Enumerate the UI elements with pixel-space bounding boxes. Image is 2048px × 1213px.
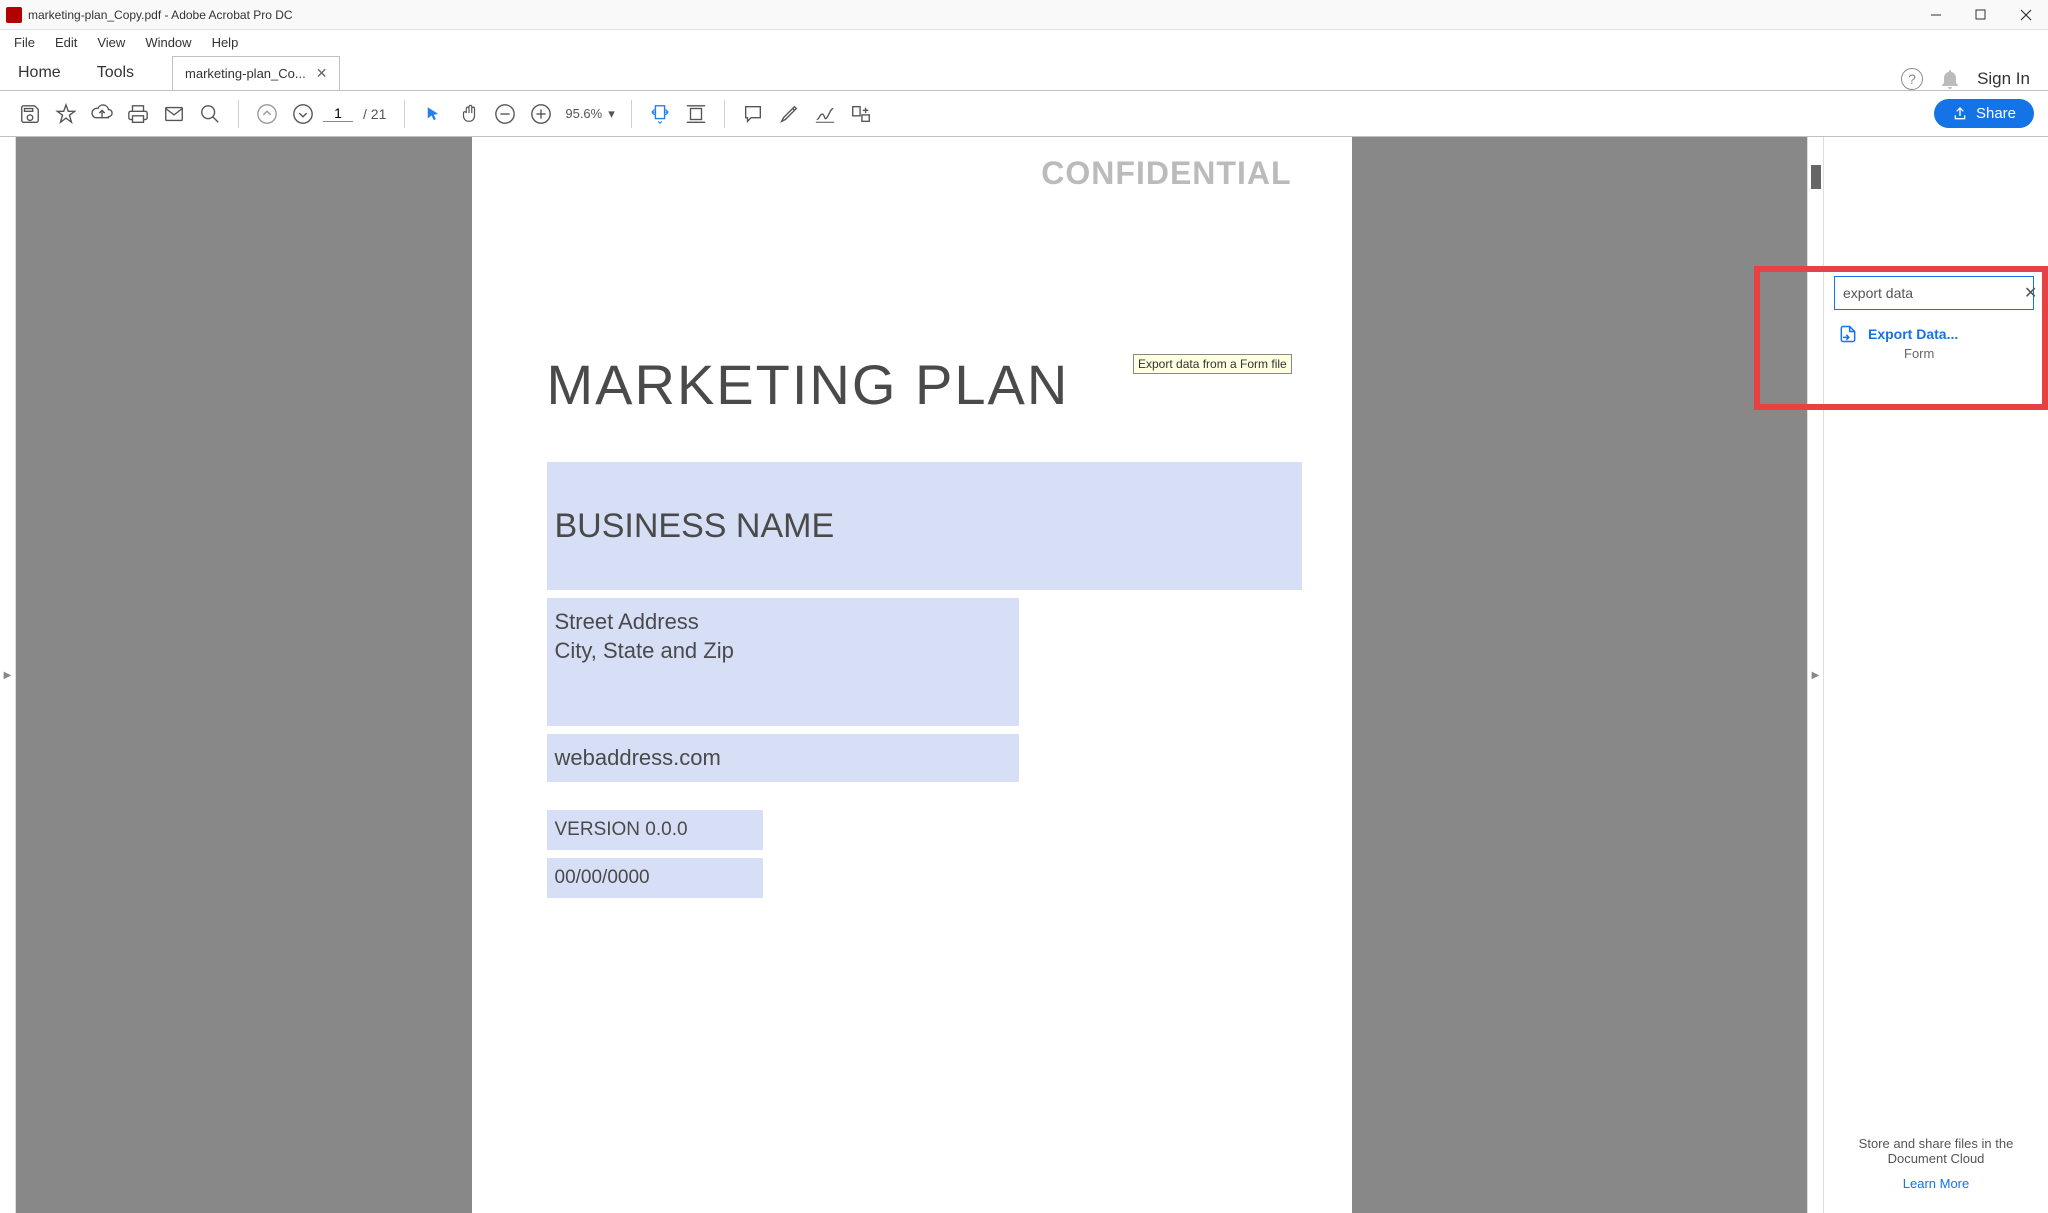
pdf-page: CONFIDENTIAL MARKETING PLAN BUSINESS NAM… xyxy=(472,137,1352,1213)
field-version[interactable]: VERSION 0.0.0 xyxy=(547,810,763,850)
menubar: File Edit View Window Help xyxy=(0,30,2048,55)
fit-width-icon[interactable] xyxy=(644,98,676,130)
share-button[interactable]: Share xyxy=(1934,99,2034,128)
learn-more-link[interactable]: Learn More xyxy=(1836,1176,2036,1191)
tooltip: Export data from a Form file xyxy=(1133,354,1292,374)
hand-tool-icon[interactable] xyxy=(453,98,485,130)
selection-tool-icon[interactable] xyxy=(417,98,449,130)
cloud-promo-text: Store and share files in the Document Cl… xyxy=(1836,1136,2036,1166)
chevron-right-icon: ▶ xyxy=(4,670,12,681)
left-panel-toggle[interactable]: ▶ xyxy=(0,137,16,1213)
toolbar: / 21 95.6% ▾ Share xyxy=(0,91,2048,137)
export-data-icon xyxy=(1838,324,1858,344)
field-web[interactable]: webaddress.com xyxy=(547,734,1019,782)
print-icon[interactable] xyxy=(122,98,154,130)
field-business-name[interactable]: BUSINESS NAME xyxy=(547,462,1302,590)
page-total-label: / 21 xyxy=(363,106,386,122)
scroll-thumb[interactable] xyxy=(1811,165,1821,189)
highlight-icon[interactable] xyxy=(773,98,805,130)
fit-page-icon[interactable] xyxy=(680,98,712,130)
sign-in-link[interactable]: Sign In xyxy=(1977,69,2030,89)
tab-document-label: marketing-plan_Co... xyxy=(185,66,306,81)
comment-icon[interactable] xyxy=(737,98,769,130)
scrollbar[interactable]: ▶ xyxy=(1807,137,1823,1213)
zoom-select[interactable]: 95.6% ▾ xyxy=(561,104,618,124)
titlebar: marketing-plan_Copy.pdf - Adobe Acrobat … xyxy=(0,0,2048,30)
tab-close-icon[interactable]: ✕ xyxy=(316,65,328,82)
minimize-button[interactable] xyxy=(1913,0,1958,30)
menu-view[interactable]: View xyxy=(87,32,135,53)
share-icon xyxy=(1952,106,1968,122)
page-number-input[interactable] xyxy=(323,105,353,122)
share-label: Share xyxy=(1976,105,2016,122)
field-date[interactable]: 00/00/0000 xyxy=(547,858,763,898)
close-button[interactable] xyxy=(2003,0,2048,30)
email-icon[interactable] xyxy=(158,98,190,130)
menu-file[interactable]: File xyxy=(4,32,45,53)
tab-tools[interactable]: Tools xyxy=(79,56,152,90)
chevron-right-icon: ▶ xyxy=(1812,670,1820,681)
address-line2: City, State and Zip xyxy=(555,637,1011,666)
tools-search-input[interactable] xyxy=(1843,285,2024,301)
search-result-category: Form xyxy=(1834,346,2034,361)
maximize-button[interactable] xyxy=(1958,0,2003,30)
search-icon[interactable] xyxy=(194,98,226,130)
sign-icon[interactable] xyxy=(809,98,841,130)
zoom-in-icon[interactable] xyxy=(525,98,557,130)
window-title: marketing-plan_Copy.pdf - Adobe Acrobat … xyxy=(28,8,1913,22)
tabbar: Home Tools marketing-plan_Co... ✕ ? Sign… xyxy=(0,55,2048,91)
menu-edit[interactable]: Edit xyxy=(45,32,87,53)
cloud-icon[interactable] xyxy=(86,98,118,130)
search-result-export-data[interactable]: Export Data... xyxy=(1834,310,2034,348)
zoom-value: 95.6% xyxy=(565,106,602,121)
search-result-label: Export Data... xyxy=(1868,326,1958,342)
save-icon[interactable] xyxy=(14,98,46,130)
zoom-out-icon[interactable] xyxy=(489,98,521,130)
more-tools-icon[interactable] xyxy=(845,98,877,130)
menu-window[interactable]: Window xyxy=(135,32,201,53)
notifications-icon[interactable] xyxy=(1941,69,1959,89)
page-down-icon[interactable] xyxy=(287,98,319,130)
app-icon xyxy=(6,7,22,23)
document-viewport[interactable]: CONFIDENTIAL MARKETING PLAN BUSINESS NAM… xyxy=(16,137,1807,1213)
address-line1: Street Address xyxy=(555,608,1011,637)
tools-search[interactable]: ✕ xyxy=(1834,276,2034,310)
page-up-icon[interactable] xyxy=(251,98,283,130)
tab-home[interactable]: Home xyxy=(0,56,79,90)
field-address[interactable]: Street Address City, State and Zip xyxy=(547,598,1019,726)
tab-document[interactable]: marketing-plan_Co... ✕ xyxy=(172,56,340,90)
chevron-down-icon: ▾ xyxy=(608,106,615,122)
menu-help[interactable]: Help xyxy=(202,32,249,53)
watermark: CONFIDENTIAL xyxy=(1041,155,1291,192)
help-icon[interactable]: ? xyxy=(1901,68,1923,90)
clear-search-icon[interactable]: ✕ xyxy=(2024,283,2037,303)
star-icon[interactable] xyxy=(50,98,82,130)
